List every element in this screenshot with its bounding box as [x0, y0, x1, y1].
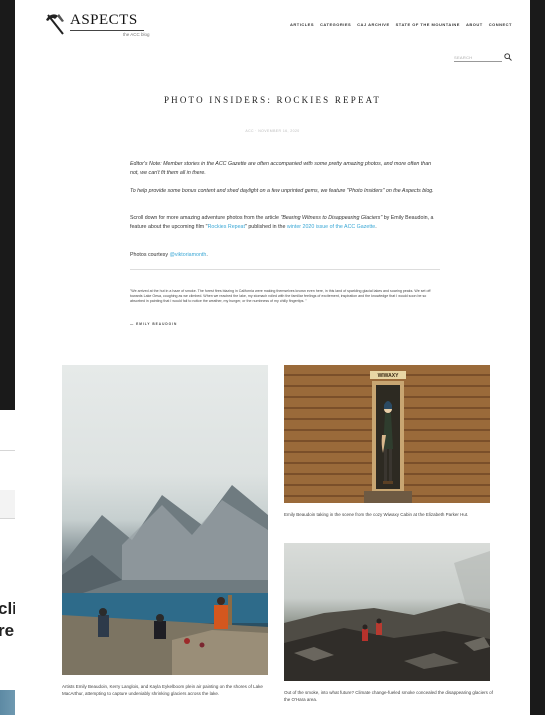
scroll-paragraph: Scroll down for more amazing adventure p… — [130, 214, 440, 232]
nav-categories[interactable]: CATEGORIES — [320, 22, 351, 27]
logo-wordmark: ASPECTS — [70, 12, 138, 28]
caption-smoke: Out of the smoke, into what future? Clim… — [284, 690, 493, 702]
photo-lake-macarthur[interactable] — [62, 365, 268, 675]
credit-text: Photos courtesy — [130, 252, 170, 259]
photo-wiwaxy-cabin[interactable]: WIWAXY — [284, 365, 490, 503]
quote-attribution: — EMILY BEAUDOIN — [130, 322, 178, 326]
bonus-note: To help provide some bonus content and s… — [130, 188, 434, 195]
logo-tagline: the ACC blog — [123, 32, 150, 37]
film-link[interactable]: Rockies Repeat — [208, 224, 245, 230]
nav-state-of-the-mountaine[interactable]: STATE OF THE MOUNTAINE — [396, 22, 460, 27]
scroll-text: . — [375, 224, 377, 231]
site-logo[interactable]: ASPECTS the ACC blog — [45, 12, 155, 38]
nav-caj-archive[interactable]: CAJ ARCHIVE — [357, 22, 389, 27]
cabin-sign-text: WIWAXY — [378, 373, 399, 379]
caption-lake: Artists Emily Beaudoin, Kerry Langlois, … — [62, 684, 263, 696]
photographer-link[interactable]: @viktoriamonth — [169, 252, 206, 258]
logo-rule — [70, 30, 144, 31]
credit-text: . — [206, 252, 208, 259]
logo-ice-axe-icon — [46, 14, 64, 35]
search-input[interactable]: SEARCH — [454, 55, 472, 60]
scroll-text: Scroll down for more amazing adventure p… — [130, 215, 281, 222]
search-icon[interactable] — [504, 53, 512, 61]
main-nav: ARTICLES CATEGORIES CAJ ARCHIVE STATE OF… — [290, 22, 512, 27]
search-underline — [454, 61, 502, 62]
gazette-issue-link[interactable]: winter 2020 issue of the ACC Gazette — [287, 224, 375, 230]
cabin-scene: WIWAXY — [364, 371, 412, 503]
photo-credit: Photos courtesy @viktoriamonth. — [130, 251, 440, 260]
caption-cabin: Emily Beaudoin taking in the scene from … — [284, 512, 469, 517]
blog-page: ASPECTS the ACC blog ARTICLES CATEGORIES… — [15, 0, 530, 715]
pull-quote: "We arrived at the hut in a haze of smok… — [130, 289, 431, 303]
divider — [130, 269, 440, 270]
nav-connect[interactable]: CONNECT — [489, 22, 512, 27]
editor-note: Editor's Note: Member stories in the ACC… — [130, 161, 432, 177]
nav-about[interactable]: ABOUT — [466, 22, 483, 27]
lake-scene — [62, 485, 268, 675]
scroll-text: " published in the — [244, 224, 287, 231]
photo-smoke-hikers[interactable] — [284, 543, 490, 681]
post-title: PHOTO INSIDERS: ROCKIES REPEAT — [163, 95, 382, 105]
nav-articles[interactable]: ARTICLES — [290, 22, 314, 27]
search-box[interactable]: SEARCH — [454, 53, 512, 63]
smoke-scene — [284, 551, 490, 681]
article-title: "Bearing Witness to Disappearing Glacier… — [280, 215, 383, 222]
post-meta: ACC · NOVEMBER 16, 2020 — [245, 129, 300, 133]
